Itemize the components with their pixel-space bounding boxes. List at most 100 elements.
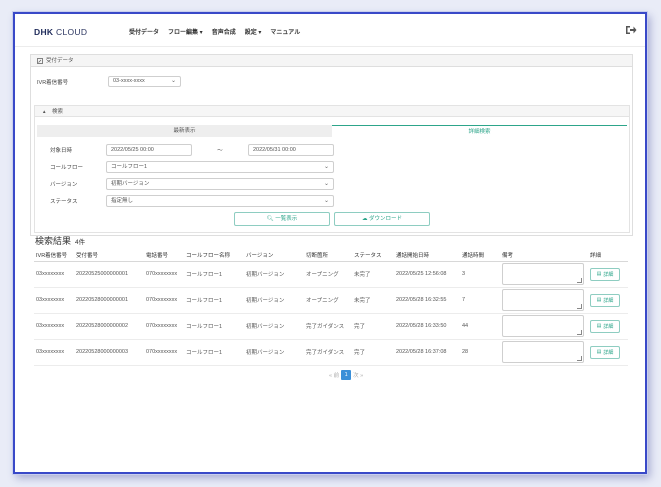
cell-duration: 3 <box>460 261 500 288</box>
version-select[interactable]: 初期バージョン ⌄ <box>106 178 334 190</box>
cell-memo <box>500 313 588 340</box>
cell-status: 未完了 <box>352 261 394 288</box>
cell-callflow: コールフロー1 <box>184 313 244 340</box>
cell-ivr: 03xxxxxxxx <box>34 313 74 340</box>
detail-button[interactable]: ▤ 詳細 <box>590 345 620 359</box>
col-phone: 電話番号 <box>144 250 184 262</box>
pager-next[interactable]: 次 » <box>353 371 363 379</box>
cell-ivr: 03xxxxxxxx <box>34 261 74 288</box>
cell-start-time: 2022/05/28 16:32:55 <box>394 287 460 314</box>
cell-duration: 44 <box>460 313 500 340</box>
main-nav: 受付データ フロー編集 ▾ 音声合成 設定 ▾ マニュアル <box>129 27 300 36</box>
edit-icon <box>37 57 43 64</box>
cell-detail: ▤ 詳細 <box>588 287 628 314</box>
cell-disconnect: オープニング <box>304 261 352 288</box>
tab-advanced-search[interactable]: 詳細検索 <box>332 125 627 137</box>
ivr-select[interactable]: 03-xxxx-xxxx ⌄ <box>108 76 181 87</box>
nav-item-flow-edit[interactable]: フロー編集 ▾ <box>168 27 203 36</box>
search-section-header[interactable]: ▲ 検索 <box>35 106 629 117</box>
cell-detail: ▤ 詳細 <box>588 261 628 288</box>
cell-disconnect: 完了ガイダンス <box>304 339 352 366</box>
status-select-value: 指定無し <box>111 198 134 204</box>
date-label: 対象日時 <box>50 148 73 154</box>
cell-disconnect: オープニング <box>304 287 352 314</box>
date-from-input[interactable]: 2022/05/25 00:00 <box>106 144 192 156</box>
table-header-row: IVR着信番号 受付番号 電話番号 コールフロー名称 バージョン 切断箇所 ステ… <box>34 250 628 262</box>
search-tabs: 最新表示 詳細検索 <box>37 125 627 137</box>
nav-item-reception[interactable]: 受付データ <box>129 27 159 36</box>
col-version: バージョン <box>244 250 304 262</box>
table-row: 03xxxxxxxx 20220528000000001 070xxxxxxxx コー… <box>34 287 628 314</box>
brand-logo-bold: DHK <box>34 27 54 37</box>
top-navbar: DHK CLOUD 受付データ フロー編集 ▾ 音声合成 設定 ▾ マニュアル <box>15 14 645 47</box>
chevron-down-icon: ⌄ <box>323 181 329 187</box>
cell-reception-no: 20220525000000001 <box>74 261 144 288</box>
brand-logo[interactable]: DHK CLOUD <box>34 27 87 37</box>
cell-memo <box>500 261 588 288</box>
download-button[interactable]: ☁ ダウンロード <box>334 212 430 226</box>
ivr-row: IVR着信番号 03-xxxx-xxxx ⌄ <box>37 76 181 87</box>
cell-ivr: 03xxxxxxxx <box>34 339 74 366</box>
results-count: 4件 <box>75 239 86 246</box>
callflow-select[interactable]: コールフロー1 ⌄ <box>106 161 334 173</box>
cell-status: 未完了 <box>352 287 394 314</box>
chevron-down-icon: ⌄ <box>323 164 329 170</box>
cell-start-time: 2022/05/28 16:37:08 <box>394 339 460 366</box>
memo-textarea[interactable] <box>502 341 584 363</box>
detail-button[interactable]: ▤ 詳細 <box>590 267 620 281</box>
cell-memo <box>500 287 588 314</box>
reception-data-panel: 受付データ IVR着信番号 03-xxxx-xxxx ⌄ ▲ 検索 最新表示 詳… <box>30 54 633 236</box>
callflow-label: コールフロー <box>50 165 84 171</box>
version-select-value: 初期バージョン <box>111 181 150 187</box>
col-status: ステータス <box>352 250 394 262</box>
tab-latest[interactable]: 最新表示 <box>37 125 332 137</box>
list-view-button[interactable]: 🔍︎ 一覧表示 <box>234 212 330 226</box>
app-window: DHK CLOUD 受付データ フロー編集 ▾ 音声合成 設定 ▾ マニュアル … <box>13 12 647 474</box>
detail-button-label: 詳細 <box>603 323 614 330</box>
brand-logo-thin: CLOUD <box>56 27 88 37</box>
memo-textarea[interactable] <box>502 289 584 311</box>
cell-version: 初期バージョン <box>244 287 304 314</box>
cell-callflow: コールフロー1 <box>184 287 244 314</box>
search-icon: 🔍︎ <box>266 216 274 222</box>
cell-callflow: コールフロー1 <box>184 339 244 366</box>
memo-textarea[interactable] <box>502 315 584 337</box>
ivr-label: IVR着信番号 <box>37 79 69 86</box>
cell-reception-no: 20220528000000001 <box>74 287 144 314</box>
list-view-button-label: 一覧表示 <box>275 216 298 222</box>
detail-button-label: 詳細 <box>603 349 614 356</box>
cell-ivr: 03xxxxxxxx <box>34 287 74 314</box>
col-reception-no: 受付番号 <box>74 250 144 262</box>
nav-item-settings[interactable]: 設定 ▾ <box>245 27 262 36</box>
pager-prev[interactable]: « 前 <box>329 371 339 379</box>
chevron-down-icon: ⌄ <box>170 78 176 84</box>
nav-item-manual[interactable]: マニュアル <box>270 27 300 36</box>
panel-header: 受付データ <box>31 55 632 67</box>
cell-phone: 070xxxxxxxx <box>144 339 184 366</box>
detail-button[interactable]: ▤ 詳細 <box>590 319 620 333</box>
callflow-select-value: コールフロー1 <box>111 164 148 170</box>
ivr-select-value: 03-xxxx-xxxx <box>113 78 145 84</box>
version-row: バージョン 初期バージョン ⌄ <box>50 178 334 190</box>
cell-status: 完了 <box>352 339 394 366</box>
table-row: 03xxxxxxxx 20220528000000002 070xxxxxxxx コー… <box>34 313 628 340</box>
download-button-label: ダウンロード <box>369 216 403 222</box>
cell-version: 初期バージョン <box>244 261 304 288</box>
memo-textarea[interactable] <box>502 263 584 285</box>
results-table: IVR着信番号 受付番号 電話番号 コールフロー名称 バージョン 切断箇所 ステ… <box>34 250 628 366</box>
status-select[interactable]: 指定無し ⌄ <box>106 195 334 207</box>
status-label: ステータス <box>50 199 78 205</box>
date-separator: 〜 <box>217 148 223 154</box>
chevron-down-icon: ⌄ <box>323 198 329 204</box>
detail-button-label: 詳細 <box>603 271 614 278</box>
date-row: 対象日時 2022/05/25 00:00 〜 2022/05/31 00:00 <box>50 144 334 156</box>
detail-button[interactable]: ▤ 詳細 <box>590 293 620 307</box>
table-row: 03xxxxxxxx 20220525000000001 070xxxxxxxx コー… <box>34 261 628 288</box>
nav-item-voice-synthesis[interactable]: 音声合成 <box>212 27 236 36</box>
cell-reception-no: 20220528000000003 <box>74 339 144 366</box>
cell-status: 完了 <box>352 313 394 340</box>
date-to-input[interactable]: 2022/05/31 00:00 <box>248 144 334 156</box>
pager-current-page[interactable]: 1 <box>341 370 352 380</box>
logout-icon[interactable] <box>625 24 637 36</box>
cell-disconnect: 完了ガイダンス <box>304 313 352 340</box>
